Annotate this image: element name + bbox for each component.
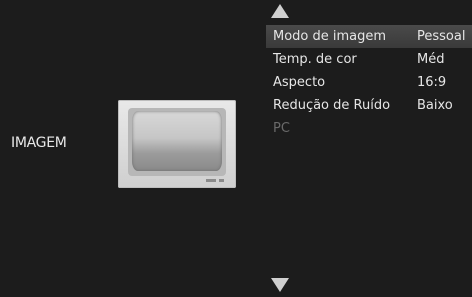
menu-item-pc: PC — [266, 117, 472, 140]
osd-screen: IMAGEM Modo de imagem Pessoal Temp. de c… — [0, 0, 472, 297]
tv-indicator — [206, 179, 216, 182]
menu-item-noise-reduction[interactable]: Redução de Ruído Baixo — [266, 94, 472, 117]
section-title: IMAGEM — [11, 135, 67, 151]
menu-item-value: Méd — [417, 52, 445, 67]
menu-item-value: Baixo — [417, 98, 453, 113]
menu-item-label: Aspecto — [273, 75, 326, 90]
menu-item-value: Pessoal — [417, 29, 466, 44]
tv-indicator-small — [219, 179, 224, 182]
menu-item-value: 16:9 — [417, 75, 447, 90]
menu-item-label: Modo de imagem — [273, 29, 387, 44]
menu-item-picture-mode[interactable]: Modo de imagem Pessoal — [266, 25, 472, 48]
menu-item-label: Temp. de cor — [273, 52, 357, 67]
arrow-up-icon[interactable] — [271, 4, 289, 18]
menu-item-label: PC — [273, 121, 290, 136]
tv-screen — [132, 111, 222, 171]
tv-icon — [118, 100, 236, 188]
menu-item-color-temp[interactable]: Temp. de cor Méd — [266, 48, 472, 71]
menu-item-label: Redução de Ruído — [273, 98, 391, 113]
menu-item-aspect[interactable]: Aspecto 16:9 — [266, 71, 472, 94]
picture-menu: Modo de imagem Pessoal Temp. de cor Méd … — [266, 25, 472, 140]
arrow-down-icon[interactable] — [271, 278, 289, 292]
